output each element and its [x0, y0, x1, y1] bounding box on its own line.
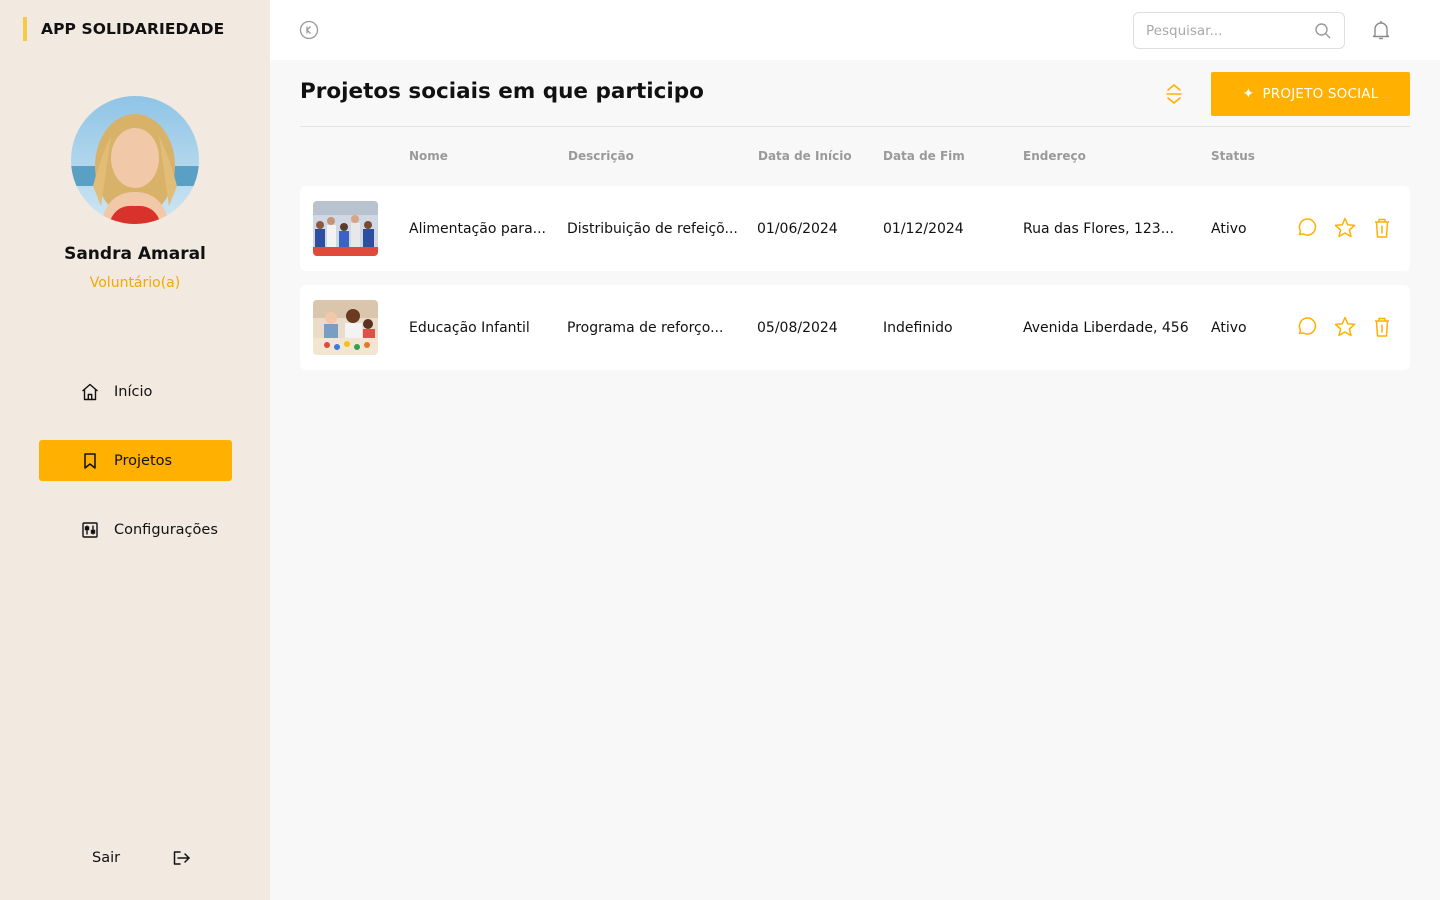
- plus-icon: ✦: [1242, 86, 1255, 102]
- collapse-sidebar-icon[interactable]: [299, 20, 319, 40]
- avatar: [71, 96, 199, 224]
- column-header-data-inicio[interactable]: Data de Início: [758, 149, 852, 163]
- star-icon[interactable]: [1333, 315, 1357, 339]
- cell-data-inicio: 01/06/2024: [757, 220, 838, 237]
- app-brand: APP SOLIDARIEDADE: [23, 17, 224, 41]
- comment-icon[interactable]: [1294, 216, 1318, 240]
- logout-button[interactable]: Sair: [92, 848, 192, 868]
- settings-icon: [79, 519, 101, 541]
- cell-status: Ativo: [1211, 319, 1247, 336]
- avatar-photo: [71, 96, 199, 224]
- cell-endereco: Avenida Liberdade, 456: [1023, 319, 1189, 336]
- cell-endereco: Rua das Flores, 123...: [1023, 220, 1175, 237]
- table-row[interactable]: Educação Infantil Programa de reforço...…: [300, 285, 1410, 370]
- cell-data-fim: Indefinido: [883, 319, 953, 336]
- cell-nome: Educação Infantil: [409, 319, 530, 336]
- search-box: [1133, 12, 1345, 49]
- column-header-data-fim[interactable]: Data de Fim: [883, 149, 965, 163]
- cell-data-fim: 01/12/2024: [883, 220, 964, 237]
- cell-descricao: Programa de reforço...: [567, 319, 724, 336]
- page-title: Projetos sociais em que participo: [300, 79, 704, 104]
- column-header-status[interactable]: Status: [1211, 149, 1255, 163]
- sort-icon[interactable]: [1163, 82, 1185, 106]
- sidebar-item-projetos[interactable]: Projetos: [39, 440, 232, 481]
- sidebar-item-label: Início: [114, 383, 153, 400]
- user-role: Voluntário(a): [89, 275, 181, 291]
- cell-nome: Alimentação para...: [409, 220, 546, 237]
- bookmark-icon: [79, 450, 101, 472]
- project-thumbnail: [313, 201, 378, 256]
- user-name: Sandra Amaral: [64, 244, 206, 264]
- sidebar-item-inicio[interactable]: Início: [39, 371, 232, 412]
- logout-icon: [172, 848, 192, 868]
- notification-bell-icon[interactable]: [1370, 19, 1392, 41]
- column-header-descricao[interactable]: Descrição: [568, 149, 634, 163]
- trash-icon[interactable]: [1370, 315, 1394, 339]
- home-icon: [79, 381, 101, 403]
- cell-status: Ativo: [1211, 220, 1247, 237]
- star-icon[interactable]: [1333, 216, 1357, 240]
- sidebar: APP SOLIDARIEDADE Sandra Amaral Voluntár…: [0, 0, 270, 900]
- search-input[interactable]: [1146, 13, 1306, 48]
- sidebar-item-label: Configurações: [114, 521, 218, 538]
- cell-data-inicio: 05/08/2024: [757, 319, 838, 336]
- logout-label: Sair: [92, 850, 121, 866]
- add-project-button[interactable]: ✦ PROJETO SOCIAL: [1211, 72, 1410, 116]
- column-header-endereco[interactable]: Endereço: [1023, 149, 1086, 163]
- trash-icon[interactable]: [1370, 216, 1394, 240]
- top-bar: [270, 0, 1440, 60]
- project-thumbnail: [313, 300, 378, 355]
- cell-descricao: Distribuição de refeiçõ...: [567, 220, 738, 237]
- sidebar-item-label: Projetos: [114, 452, 173, 469]
- table-row[interactable]: Alimentação para... Distribuição de refe…: [300, 186, 1410, 271]
- add-project-label: PROJETO SOCIAL: [1262, 86, 1379, 102]
- comment-icon[interactable]: [1294, 315, 1318, 339]
- sidebar-item-configuracoes[interactable]: Configurações: [39, 509, 232, 550]
- column-header-nome[interactable]: Nome: [409, 149, 448, 163]
- divider: [300, 126, 1410, 127]
- search-icon[interactable]: [1314, 22, 1332, 40]
